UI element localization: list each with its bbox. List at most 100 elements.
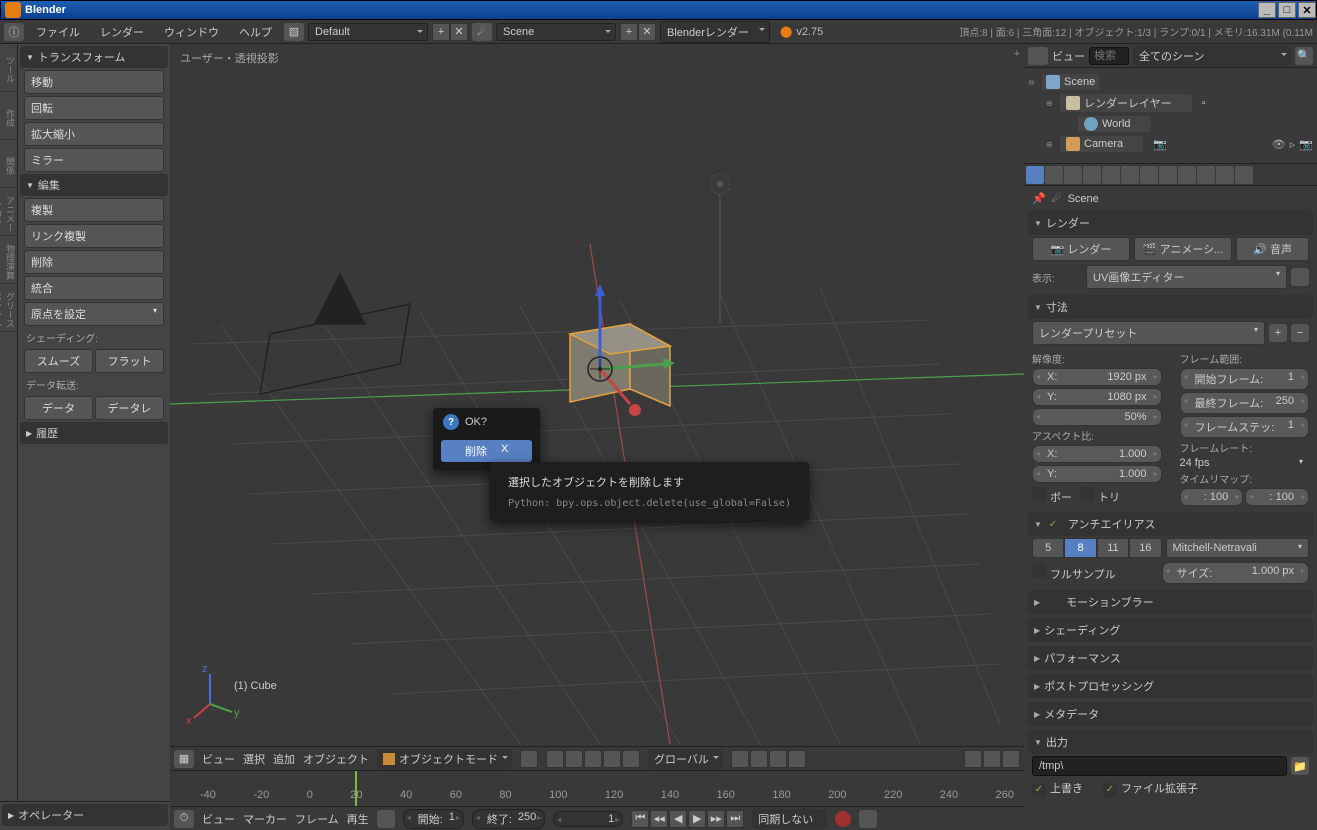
editor-type-icon[interactable]: ⓘ [4,23,24,41]
render-animation-button[interactable]: 🎬 アニメーシ... [1134,237,1232,261]
res-y-field[interactable]: Y:1080 px [1032,388,1162,406]
next-keyframe-button[interactable]: ▸▸ [707,810,725,828]
preset-add-button[interactable]: + [1269,324,1287,342]
tree-renderlayers[interactable]: ⊕レンダーレイヤー▫ [1028,92,1313,114]
render-engine-select[interactable]: Blenderレンダー [660,21,770,43]
prop-tab-data[interactable] [1159,166,1177,184]
lock-interface-button[interactable] [1291,268,1309,286]
set-origin-select[interactable]: 原点を設定▾ [24,302,164,326]
section-postprocessing-header[interactable]: ポストプロセッシング [1028,674,1313,698]
shade-smooth-button[interactable]: スムーズ [24,349,93,373]
timeline-cursor[interactable] [355,771,357,806]
menu-render[interactable]: レンダー [92,24,152,40]
panel-transform-header[interactable]: トランスフォーム [20,46,168,68]
remove-scene-button[interactable]: ✕ [638,23,656,41]
editor-type-timeline-icon[interactable]: ⏱ [174,810,194,828]
move-button[interactable]: 移動 [24,70,164,94]
render-preset-select[interactable]: レンダープリセット▾ [1032,321,1265,345]
frame-end-field-r[interactable]: 最終フレーム:250 [1180,392,1310,414]
vp-menu-object[interactable]: オブジェクト [303,751,369,767]
res-pct-field[interactable]: 50% [1032,408,1162,426]
tool-tab-physics[interactable]: 物理演算 [0,236,17,284]
aspect-y-field[interactable]: Y:1.000 [1032,465,1162,483]
mblur-checkbox[interactable] [1044,595,1058,609]
menu-window[interactable]: ウィンドウ [156,24,227,40]
tool-tab-relations[interactable]: 関係 [0,140,17,188]
section-performance-header[interactable]: パフォーマンス [1028,646,1313,670]
prop-tab-render[interactable] [1026,166,1044,184]
pivot-button[interactable] [546,750,564,768]
aa-5-button[interactable]: 5 [1032,538,1064,558]
3d-viewport[interactable]: ユーザー・透視投影 + [170,44,1024,746]
browse-folder-button[interactable]: 📁 [1291,757,1309,775]
crop-checkbox[interactable] [1080,487,1094,501]
layers-button-4[interactable] [788,750,806,768]
delete-button[interactable]: 削除 [24,250,164,274]
selectable-icon[interactable]: ▹ [1290,138,1296,151]
tl-menu-marker[interactable]: マーカー [243,811,287,827]
full-sample-checkbox[interactable] [1032,564,1046,578]
res-x-field[interactable]: X:1920 px [1032,368,1162,386]
opengl-render-button[interactable] [1002,750,1020,768]
add-scene-button[interactable]: + [620,23,638,41]
prop-tab-world[interactable] [1083,166,1101,184]
scene-select[interactable]: Scene [496,23,616,41]
frame-start-field[interactable]: 開始:1 [403,809,464,829]
tl-menu-view[interactable]: ビュー [202,811,235,827]
renderable-icon[interactable]: 📷 [1299,138,1313,151]
section-aa-header[interactable]: アンチエイリアス [1028,512,1313,536]
data-layout-button[interactable]: データレ [95,396,164,420]
play-button[interactable]: ▶ [688,810,706,828]
aa-enable-checkbox[interactable] [1046,517,1060,531]
tool-tab-tools[interactable]: ツール [0,44,17,92]
overwrite-checkbox[interactable] [1032,783,1046,797]
jump-start-button[interactable]: ⏮ [631,810,649,828]
frame-start-field-r[interactable]: 開始フレーム:1 [1180,368,1310,390]
remap-new-field[interactable]: : 100 [1245,488,1309,506]
manip-translate-button[interactable] [584,750,602,768]
section-output-header[interactable]: 出力 [1028,730,1313,754]
section-shading-header[interactable]: シェーディング [1028,618,1313,642]
section-metadata-header[interactable]: メタデータ [1028,702,1313,726]
vp-menu-select[interactable]: 選択 [243,751,265,767]
border-checkbox[interactable] [1032,487,1046,501]
current-frame-field[interactable]: 1 [553,811,623,827]
autokeying-button[interactable] [377,810,395,828]
snap-button[interactable] [964,750,982,768]
editor-type-3dview-icon[interactable]: ▦ [174,750,194,768]
panel-edit-header[interactable]: 編集 [20,174,168,196]
scene-browse-icon[interactable]: ☄ [472,23,492,41]
prop-tab-modifiers[interactable] [1140,166,1158,184]
render-preview-button[interactable] [983,750,1001,768]
aa-11-button[interactable]: 11 [1097,538,1129,558]
fps-select[interactable]: 24 fps▾ [1180,457,1310,469]
tool-tab-animation[interactable]: アニメーション [0,188,17,236]
duplicate-button[interactable]: 複製 [24,198,164,222]
remove-layout-button[interactable]: ✕ [450,23,468,41]
orientation-select[interactable]: グローバル [648,749,723,769]
prop-tab-material[interactable] [1178,166,1196,184]
panel-history-header[interactable]: 履歴 [20,422,168,444]
play-reverse-button[interactable]: ◀ [669,810,687,828]
remap-old-field[interactable]: : 100 [1180,488,1244,506]
operator-panel-header[interactable]: オペレーター [2,804,168,826]
tree-scene[interactable]: ⊖Scene [1028,72,1313,92]
section-render-header[interactable]: レンダー [1028,211,1313,235]
visibility-icon[interactable]: 👁 [1272,138,1286,151]
menu-file[interactable]: ファイル [28,24,88,40]
screen-layout-select[interactable]: Default [308,23,428,41]
window-maximize-button[interactable]: □ [1278,2,1296,18]
prop-tab-constraints[interactable] [1121,166,1139,184]
outliner-filter-select[interactable]: 全てのシーン [1133,46,1291,66]
data-transfer-button[interactable]: データ [24,396,93,420]
tl-menu-playback[interactable]: 再生 [347,811,369,827]
confirm-delete-button[interactable]: 削除X [441,440,532,462]
manip-rotate-button[interactable] [603,750,621,768]
window-close-button[interactable]: ✕ [1298,2,1316,18]
aa-size-field[interactable]: サイズ:1.000 px [1162,562,1310,584]
outliner-menu-view[interactable]: ビュー [1052,48,1085,64]
outliner-search-icon[interactable]: 🔍 [1295,47,1313,65]
join-button[interactable]: 統合 [24,276,164,300]
section-dimensions-header[interactable]: 寸法 [1028,295,1313,319]
prop-tab-physics[interactable] [1235,166,1253,184]
